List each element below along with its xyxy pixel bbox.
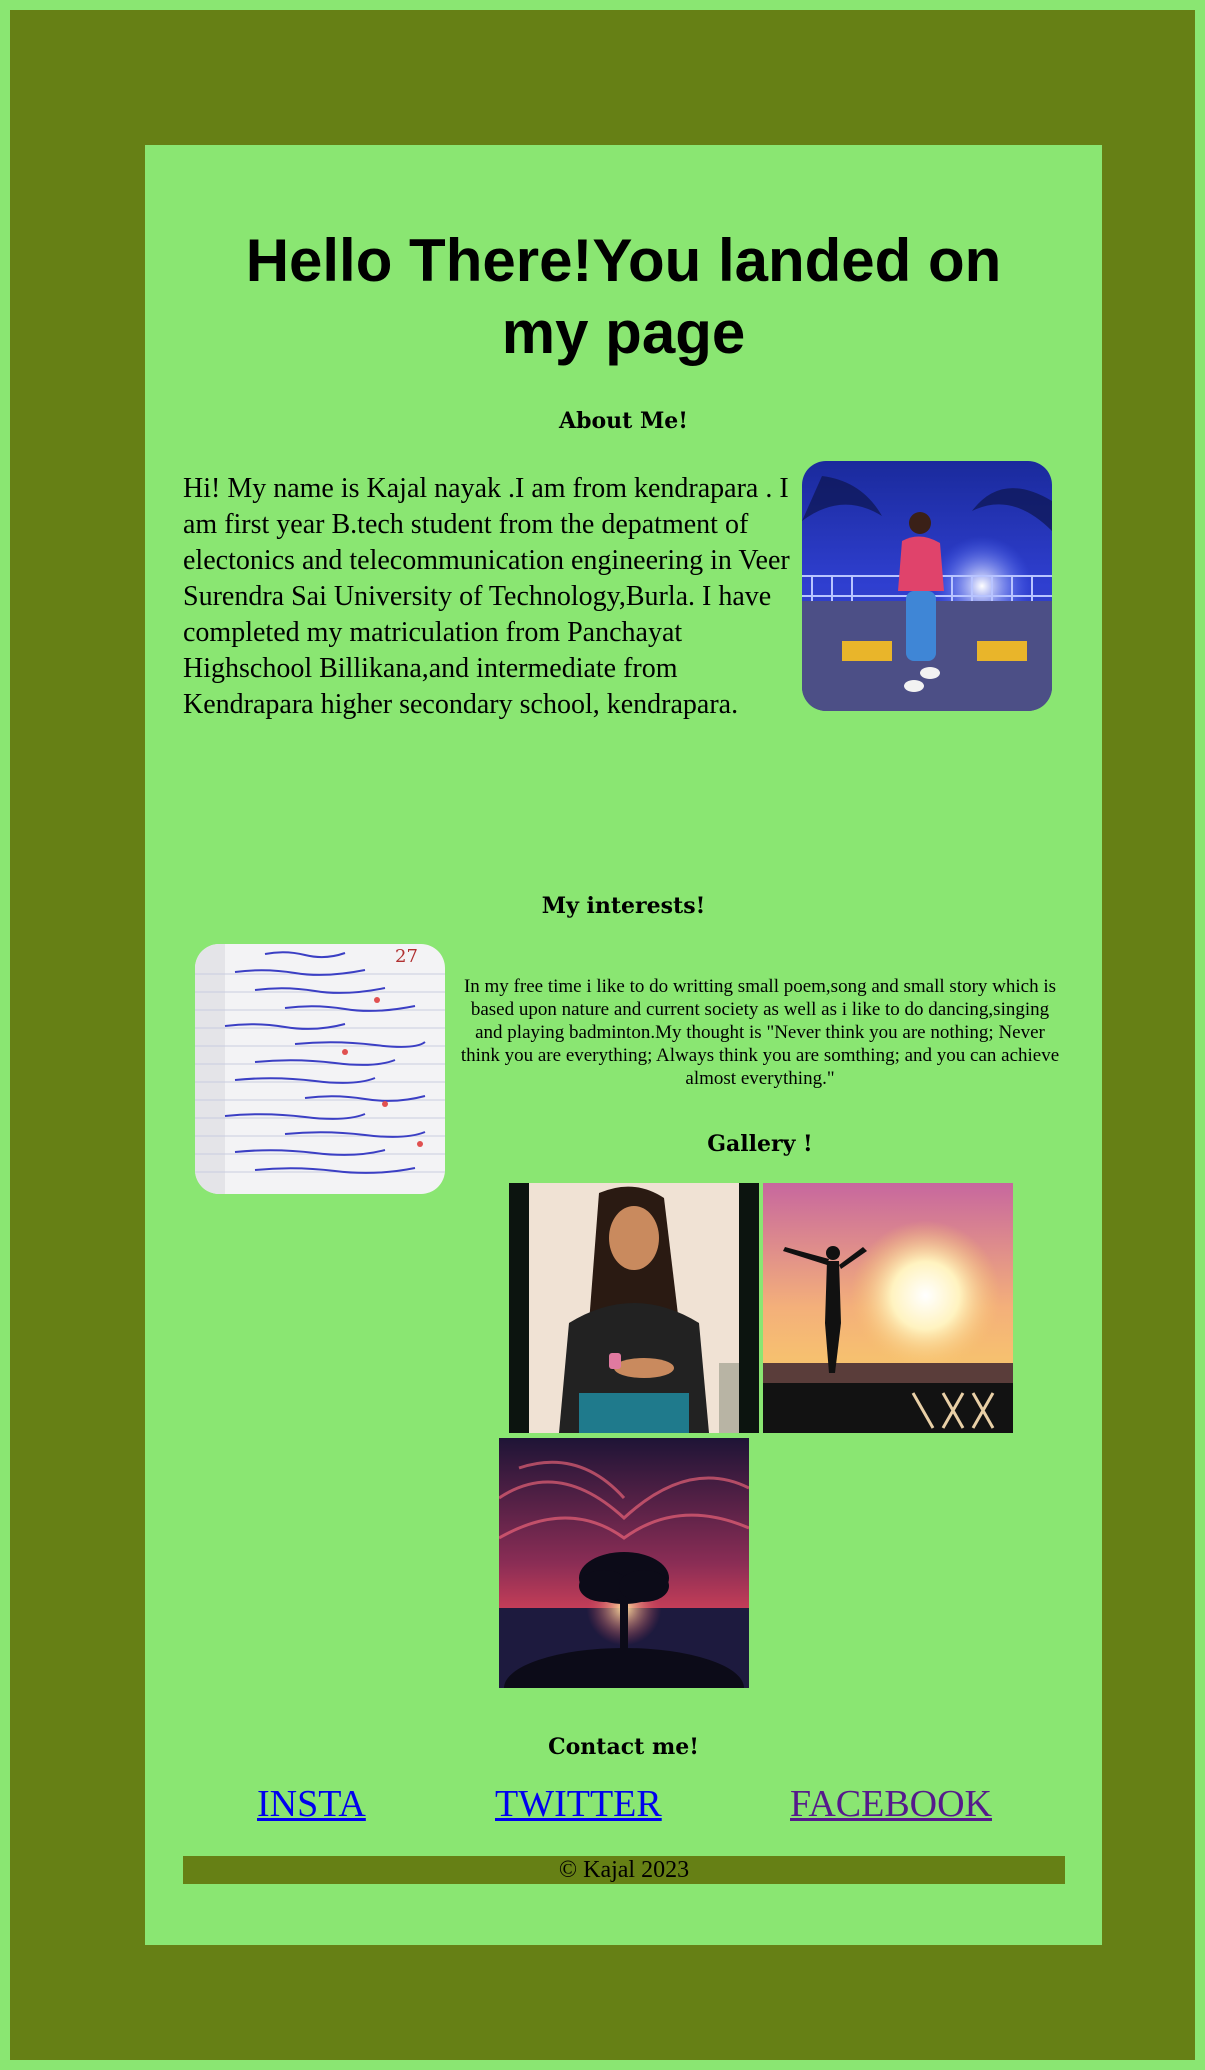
content-panel: Hello There!You landed on my page About … <box>145 145 1102 1945</box>
gallery-heading: Gallery ! <box>707 1131 813 1157</box>
interests-text: In my free time i like to do writting sm… <box>460 976 1060 1089</box>
interests-heading: My interests! <box>541 893 706 919</box>
gallery-photo-tree-sunset <box>499 1438 749 1688</box>
twitter-link[interactable]: TWITTER <box>495 1781 662 1827</box>
about-heading: About Me! <box>559 408 688 434</box>
social-links: INSTA TWITTER FACEBOOK <box>145 1781 1102 1831</box>
notebook-date: 27 <box>395 946 418 967</box>
gallery-photo-sunset-silhouette <box>763 1183 1013 1433</box>
notebook-photo: 27 <box>195 944 445 1194</box>
facebook-link[interactable]: FACEBOOK <box>790 1781 992 1827</box>
page-frame: Hello There!You landed on my page About … <box>10 10 1195 2060</box>
about-text: Hi! My name is Kajal nayak .I am from ke… <box>183 473 790 720</box>
profile-photo <box>802 461 1052 711</box>
page-title: Hello There!You landed on my page <box>245 227 1002 366</box>
insta-link[interactable]: INSTA <box>257 1781 366 1827</box>
gallery-photo-portrait <box>509 1183 759 1433</box>
footer: © Kajal 2023 <box>183 1856 1065 1884</box>
contact-heading: Contact me! <box>548 1734 699 1760</box>
